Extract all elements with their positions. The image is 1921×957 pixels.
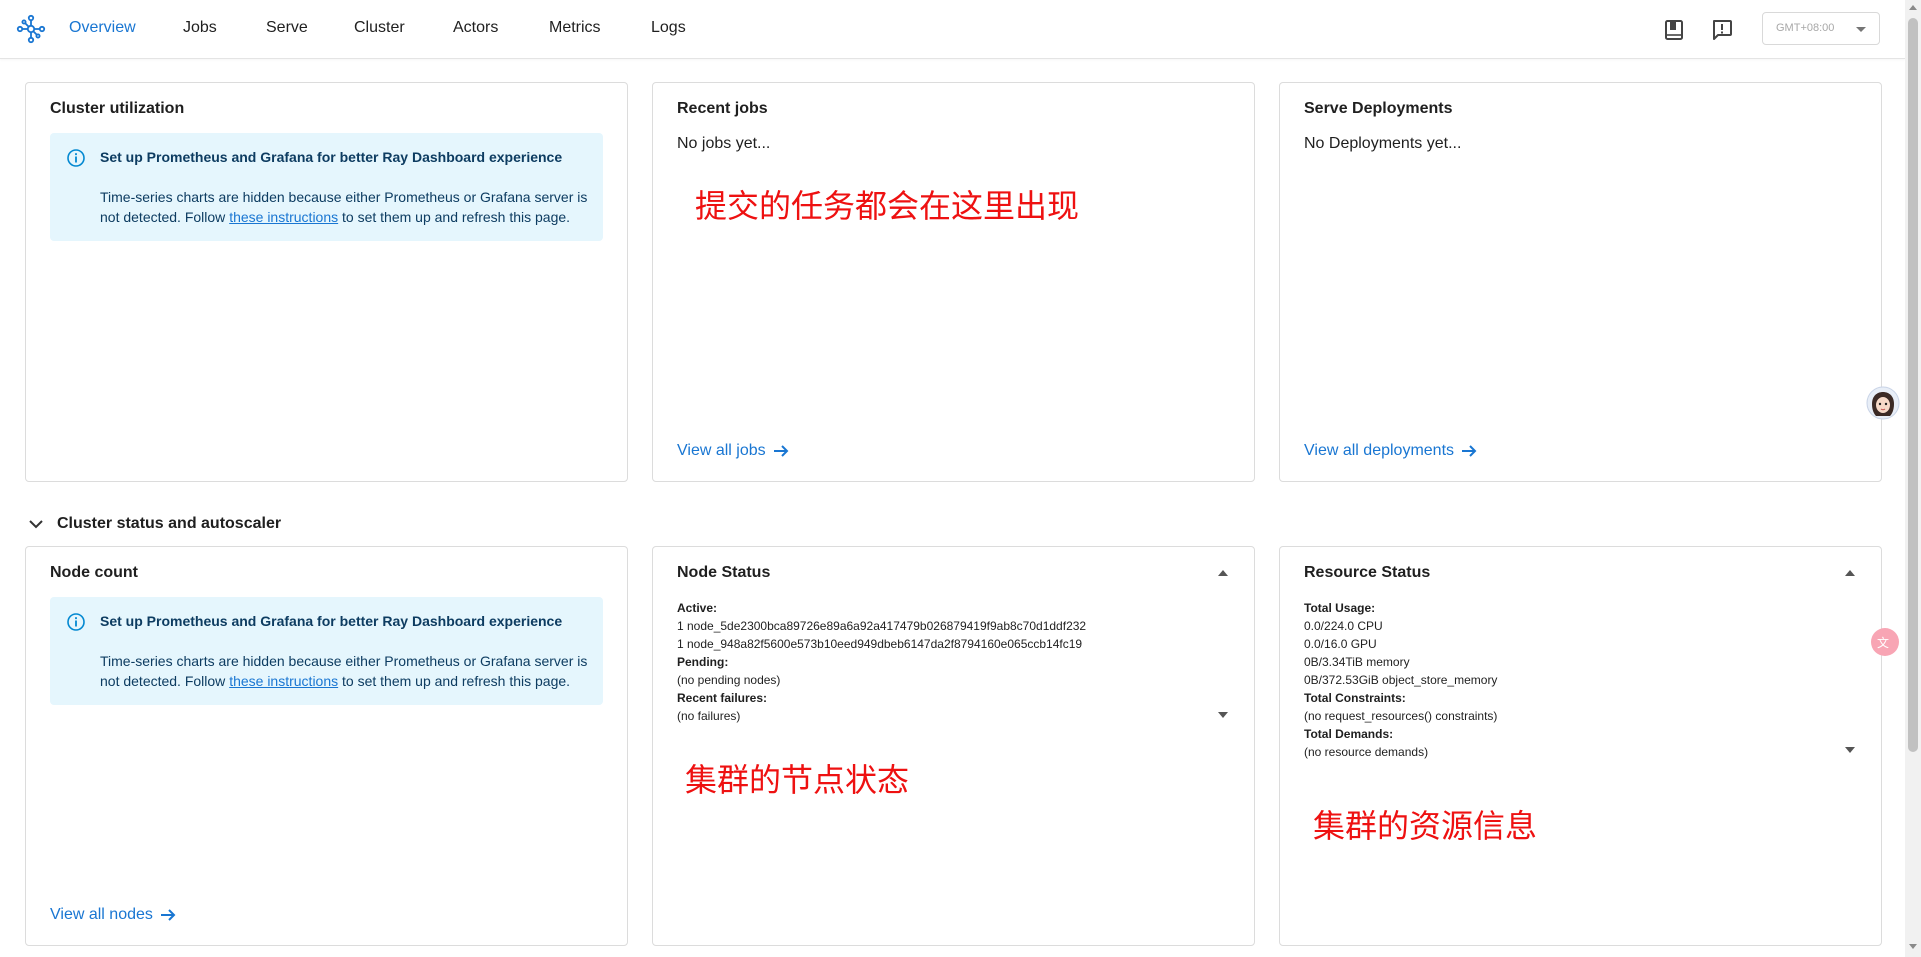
alert-text: to set them up and refresh this page. [338, 673, 571, 689]
instructions-link[interactable]: these instructions [229, 673, 338, 689]
chevron-down-icon [29, 520, 43, 529]
ray-logo-icon[interactable] [16, 14, 46, 44]
alert-text: to set them up and refresh this page. [338, 209, 571, 225]
status-value: (no pending nodes) [677, 673, 781, 687]
status-label: Recent failures: [677, 691, 768, 705]
serve-deployments-card: Serve Deployments No Deployments yet... … [1279, 82, 1882, 482]
arrow-right-icon [160, 909, 176, 921]
link-label: View all jobs [677, 442, 766, 459]
empty-jobs-text: No jobs yet... [677, 135, 771, 152]
card-title: Cluster utilization [50, 100, 185, 117]
resource-status-card: Resource Status Total Usage: 0.0/224.0 C… [1279, 546, 1882, 946]
status-label: Pending: [677, 655, 729, 669]
info-icon [67, 149, 85, 167]
alert-body: Time-series charts are hidden because ei… [100, 651, 590, 691]
annotation-resource-status: 集群的资源信息 [1313, 807, 1538, 845]
status-label: Active: [677, 601, 718, 615]
status-value: (no request_resources() constraints) [1304, 709, 1498, 723]
scroll-up-arrow-icon[interactable] [1909, 5, 1917, 10]
card-title: Recent jobs [677, 100, 768, 117]
info-icon [67, 613, 85, 631]
status-value: (no failures) [677, 709, 741, 723]
empty-deployments-text: No Deployments yet... [1304, 135, 1462, 152]
recent-jobs-card: Recent jobs No jobs yet... 提交的任务都会在这里出现 … [652, 82, 1255, 482]
annotation-jobs: 提交的任务都会在这里出现 [695, 187, 1080, 225]
chevron-down-icon [1856, 27, 1866, 32]
alert-title: Set up Prometheus and Grafana for better… [100, 613, 563, 629]
nav-metrics[interactable]: Metrics [549, 19, 601, 37]
resource-status-text[interactable]: Total Usage: 0.0/224.0 CPU 0.0/16.0 GPU … [1304, 599, 1497, 761]
instructions-link[interactable]: these instructions [229, 209, 338, 225]
top-navigation-bar: Overview Jobs Serve Cluster Actors Metri… [0, 0, 1905, 59]
view-all-jobs-link[interactable]: View all jobs [677, 442, 790, 460]
collapse-up-icon[interactable] [1218, 570, 1228, 576]
scroll-down-arrow-icon[interactable] [1909, 944, 1917, 949]
view-all-deployments-link[interactable]: View all deployments [1304, 442, 1478, 460]
status-value: (no resource demands) [1304, 745, 1429, 759]
link-label: View all deployments [1304, 442, 1455, 459]
arrow-right-icon [1462, 445, 1477, 457]
node-count-card: Node count Set up Prometheus and Grafana… [25, 546, 628, 946]
card-title: Resource Status [1304, 564, 1431, 581]
node-status-card: Node Status Active: 1 node_5de2300bca897… [652, 546, 1255, 946]
assistant-avatar-icon[interactable] [1866, 386, 1900, 420]
nav-logs[interactable]: Logs [651, 19, 686, 37]
active-node: 1 node_948a82f5600e573b10eed949dbeb6147d… [677, 637, 1083, 651]
prometheus-alert: Set up Prometheus and Grafana for better… [50, 133, 603, 241]
cluster-utilization-card: Cluster utilization Set up Prometheus an… [25, 82, 628, 482]
usage-item: 0.0/16.0 GPU [1304, 637, 1377, 651]
status-label: Total Constraints: [1304, 691, 1406, 705]
section-title: Cluster status and autoscaler [57, 515, 282, 532]
scroll-down-icon[interactable] [1845, 747, 1855, 753]
scroll-down-icon[interactable] [1218, 712, 1228, 718]
timezone-value: GMT+08:00 [1776, 22, 1835, 34]
timezone-select[interactable]: GMT+08:00 [1762, 12, 1880, 45]
feedback-icon[interactable] [1710, 18, 1734, 42]
prometheus-alert: Set up Prometheus and Grafana for better… [50, 597, 603, 705]
card-title: Serve Deployments [1304, 100, 1453, 117]
nav-actors[interactable]: Actors [453, 19, 498, 37]
scrollbar-thumb[interactable] [1908, 18, 1918, 752]
nav-cluster[interactable]: Cluster [354, 19, 405, 37]
alert-body: Time-series charts are hidden because ei… [100, 187, 590, 227]
link-label: View all nodes [50, 906, 153, 923]
nav-overview[interactable]: Overview [69, 19, 136, 37]
alert-title: Set up Prometheus and Grafana for better… [100, 149, 563, 165]
card-title: Node Status [677, 564, 771, 581]
arrow-right-icon [773, 445, 789, 457]
svg-text:文: 文 [1877, 635, 1889, 650]
usage-item: 0.0/224.0 CPU [1304, 619, 1383, 633]
nav-jobs[interactable]: Jobs [183, 19, 217, 37]
usage-item: 0B/3.34TiB memory [1304, 655, 1410, 669]
card-title: Node count [50, 564, 138, 581]
active-node: 1 node_5de2300bca89726e89a6a92a417479b02… [677, 619, 1087, 633]
collapse-up-icon[interactable] [1845, 570, 1855, 576]
docs-book-icon[interactable] [1662, 18, 1686, 42]
annotation-node-status: 集群的节点状态 [685, 761, 910, 799]
status-label: Total Demands: [1304, 727, 1394, 741]
cluster-status-section-toggle[interactable]: Cluster status and autoscaler [27, 515, 281, 533]
status-label: Total Usage: [1304, 601, 1376, 615]
node-status-text[interactable]: Active: 1 node_5de2300bca89726e89a6a92a4… [677, 599, 1086, 725]
translate-icon[interactable]: 文 [1870, 627, 1900, 657]
nav-serve[interactable]: Serve [266, 19, 308, 37]
usage-item: 0B/372.53GiB object_store_memory [1304, 673, 1498, 687]
view-all-nodes-link[interactable]: View all nodes [50, 906, 177, 924]
